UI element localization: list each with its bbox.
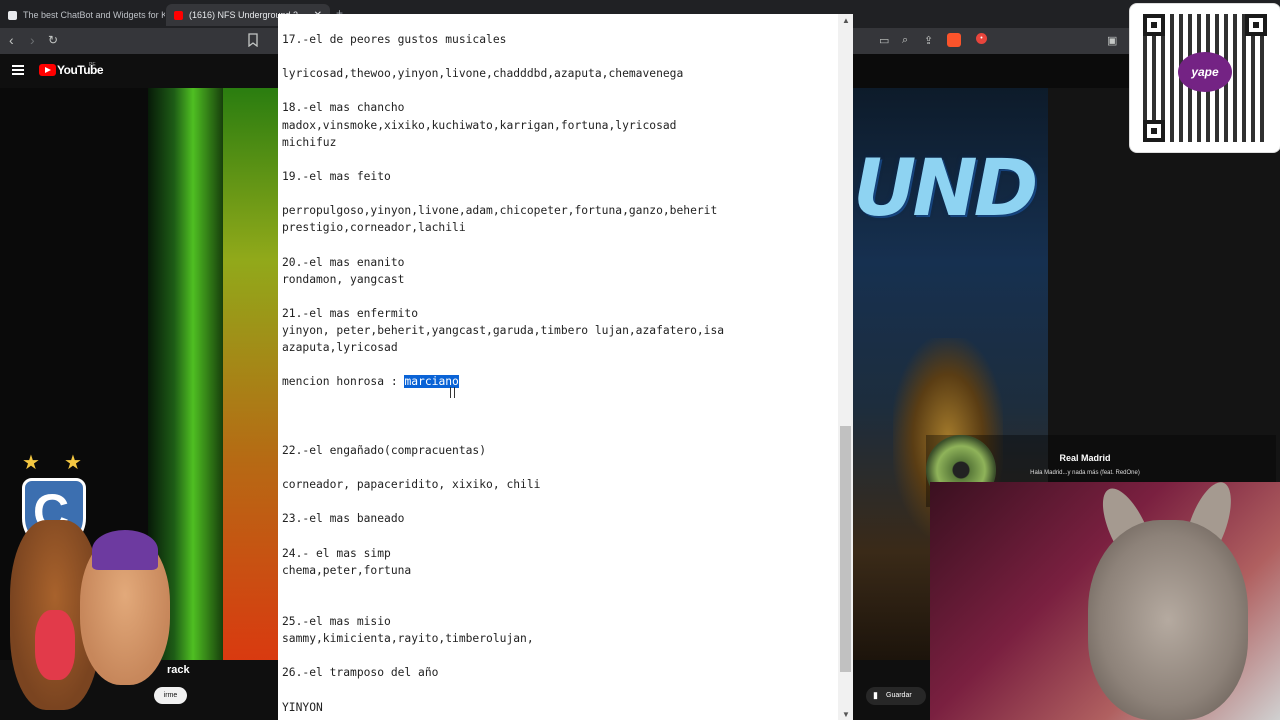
text-cursor-icon (450, 387, 455, 398)
document-line: yinyon, peter,beherit,yangcast,garuda,ti… (282, 324, 725, 338)
document-line: mencion honrosa : marciano (282, 375, 459, 389)
bookmark-icon[interactable] (248, 33, 258, 47)
youtube-logo-text: YouTube (57, 63, 104, 77)
bookmark-save-icon: ▮ (873, 690, 878, 700)
tab-title: The best ChatBot and Widgets for Ki (23, 10, 165, 20)
donkey-avatar-image (1088, 520, 1248, 720)
youtube-region: PE (89, 62, 96, 68)
document-line: 21.-el mas enfermito (282, 306, 419, 320)
zoom-icon[interactable]: ⌕ (902, 34, 908, 47)
document-line: chema,peter,fortuna (282, 563, 412, 577)
now-playing-title: Real Madrid (1059, 453, 1111, 463)
donation-qr-card: yape (1129, 3, 1280, 153)
document-line: YINYON (282, 700, 323, 714)
now-playing-subtitle: Hala Madrid...y nada más (feat. RedOne) (1030, 470, 1140, 476)
qr-finder-icon (1143, 120, 1165, 142)
qr-finder-icon (1245, 14, 1267, 36)
document-line: 20.-el mas enanito (282, 255, 405, 269)
document-line: madox,vinsmoke,xixiko,kuchiwato,karrigan… (282, 118, 677, 132)
back-icon[interactable]: ‹ (9, 33, 14, 47)
youtube-logo-icon[interactable] (39, 64, 56, 76)
star-icon: ★ (64, 452, 82, 474)
document-line: 23.-el mas baneado (282, 512, 405, 526)
forward-icon[interactable]: › (30, 33, 35, 47)
cast-icon[interactable]: ▭ (879, 34, 889, 47)
yape-logo: yape (1178, 52, 1232, 92)
youtube-favicon-icon (174, 10, 183, 20)
game-logo-image: UND (853, 144, 1038, 234)
document-line: sammy,kimicienta,rayito,timberolujan, (282, 632, 534, 646)
document-line: prestigio,corneador,lachili (282, 221, 466, 235)
document-line: 17.-el de peores gustos musicales (282, 33, 507, 46)
star-icon: ★ (22, 452, 40, 474)
tab-chatbot[interactable]: The best ChatBot and Widgets for Ki (0, 4, 165, 26)
brave-shield-icon[interactable] (947, 33, 961, 47)
document-line: 25.-el mas misio (282, 615, 391, 629)
scrollbar-thumb[interactable] (840, 426, 851, 672)
tongue-image (35, 610, 75, 680)
document-line: azaputa,lyricosad (282, 341, 398, 355)
qr-finder-icon (1143, 14, 1165, 36)
document-line: 22.-el engañado(compracuentas) (282, 443, 487, 457)
beanie-image (92, 530, 158, 570)
reload-icon[interactable]: ↻ (48, 33, 58, 47)
document-line: 18.-el mas chancho (282, 101, 405, 115)
scroll-down-icon[interactable]: ▼ (842, 710, 850, 719)
document-scrollbar[interactable]: ▲ ▼ (838, 14, 853, 720)
sidebar-icon[interactable]: ▣ (1107, 34, 1117, 47)
scroll-up-icon[interactable]: ▲ (842, 16, 850, 25)
document-line: rondamon, yangcast (282, 272, 405, 286)
document-line: corneador, papaceridito, xixiko, chili (282, 478, 541, 492)
document-line: michifuz (282, 135, 337, 149)
site-favicon-icon (8, 10, 17, 20)
document-line: 19.-el mas feito (282, 169, 391, 183)
document-line: perropulgoso,yinyon,livone,adam,chicopet… (282, 204, 718, 218)
document-line: 24.- el mas simp (282, 546, 391, 560)
document-line: 26.-el tramposo del año (282, 666, 439, 680)
share-icon[interactable]: ⇪ (924, 34, 933, 47)
document-line: lyricosad,thewoo,yinyon,livone,chadddbd,… (282, 67, 684, 81)
youtube-header: YouTube PE (0, 54, 278, 88)
text-document[interactable]: 17.-el de peores gustos musicales lyricos… (278, 14, 838, 720)
extension-badge-icon[interactable]: • (976, 33, 987, 44)
menu-icon[interactable] (12, 65, 24, 75)
